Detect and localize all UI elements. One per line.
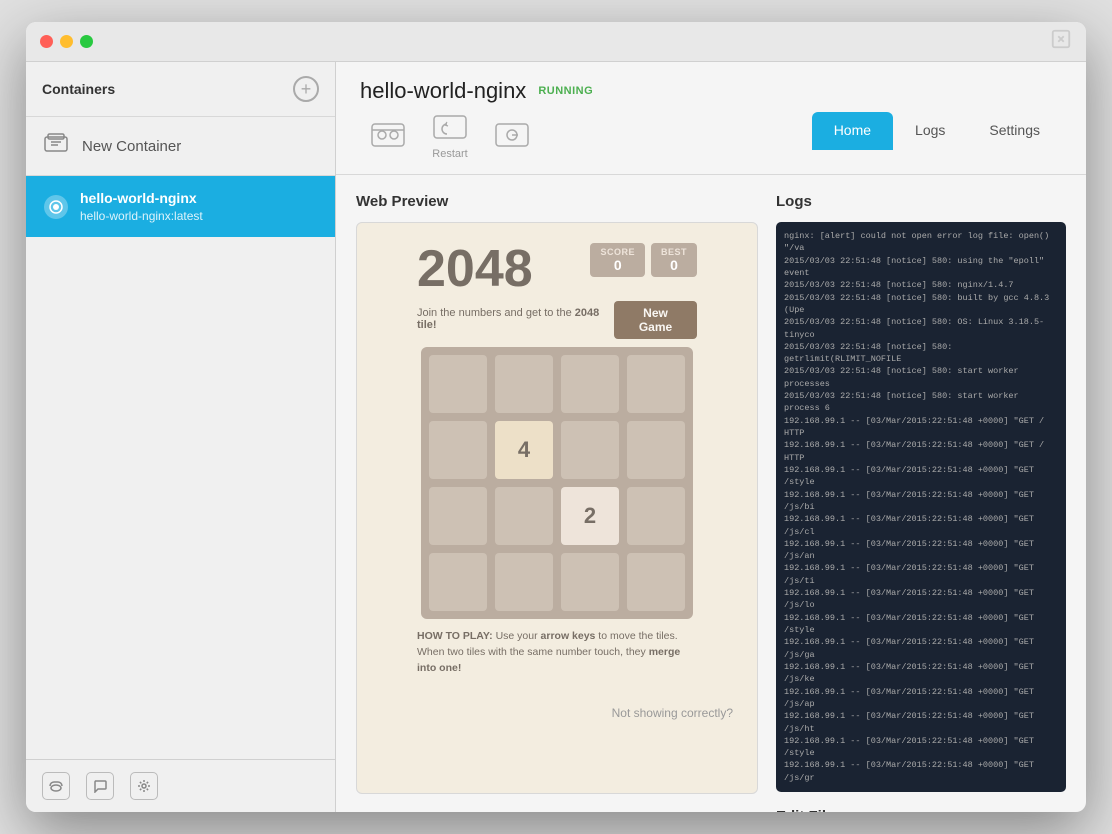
main-header: hello-world-nginx RUNNING xyxy=(336,62,1086,175)
stop-toolbar-btn[interactable] xyxy=(484,118,540,156)
score-boxes: SCORE 0 BEST 0 xyxy=(590,243,697,277)
tile-1-1: 4 xyxy=(495,421,553,479)
tile-2-0 xyxy=(429,487,487,545)
new-container-icon xyxy=(44,133,68,159)
title-row: hello-world-nginx RUNNING xyxy=(360,78,593,104)
view-toolbar-btn[interactable] xyxy=(360,118,416,156)
tile-3-0 xyxy=(429,553,487,611)
logs-content[interactable]: nginx: [alert] could not open error log … xyxy=(776,222,1066,792)
tab-home[interactable]: Home xyxy=(812,112,893,150)
restart-label: Restart xyxy=(432,148,467,160)
tile-1-2 xyxy=(561,421,619,479)
docker-icon[interactable] xyxy=(42,772,70,800)
best-box: BEST 0 xyxy=(651,243,697,277)
new-container-item[interactable]: New Container xyxy=(26,117,335,176)
how-to-play: HOW TO PLAY: Use your arrow keys to move… xyxy=(417,629,697,676)
settings-icon[interactable] xyxy=(130,772,158,800)
content-area: Web Preview 2048 SCORE 0 xyxy=(336,175,1086,812)
tab-bar: Home Logs Settings xyxy=(812,102,1062,150)
game-subtitle: Join the numbers and get to the 2048 til… xyxy=(417,307,614,331)
sidebar-footer xyxy=(26,759,335,812)
preview-panel: Web Preview 2048 SCORE 0 xyxy=(356,193,758,794)
minimize-button[interactable] xyxy=(60,35,73,48)
game-title: 2048 xyxy=(417,243,533,295)
tab-logs[interactable]: Logs xyxy=(893,112,967,150)
sidebar: Containers + New Container xyxy=(26,62,336,812)
best-value: 0 xyxy=(661,257,687,273)
tile-0-0 xyxy=(429,355,487,413)
tile-0-1 xyxy=(495,355,553,413)
score-value: 0 xyxy=(600,257,635,273)
container-list-item[interactable]: hello-world-nginx hello-world-nginx:late… xyxy=(26,176,335,237)
tile-1-3 xyxy=(627,421,685,479)
app-body: Containers + New Container xyxy=(26,62,1086,812)
page-title: hello-world-nginx xyxy=(360,78,526,104)
score-box: SCORE 0 xyxy=(590,243,645,277)
web-preview-frame: 2048 SCORE 0 BEST 0 xyxy=(356,222,758,794)
tile-3-3 xyxy=(627,553,685,611)
container-running-icon xyxy=(44,195,68,219)
sidebar-title: Containers xyxy=(42,81,115,97)
tile-2-2: 2 xyxy=(561,487,619,545)
new-container-label: New Container xyxy=(82,138,181,155)
toolbar: Restart xyxy=(360,110,593,174)
best-label: BEST xyxy=(661,247,687,257)
titlebar xyxy=(26,22,1086,62)
files-title: Edit Files xyxy=(776,808,1066,812)
tile-1-0 xyxy=(429,421,487,479)
tile-3-2 xyxy=(561,553,619,611)
close-button[interactable] xyxy=(40,35,53,48)
right-panels: Logs nginx: [alert] could not open error… xyxy=(776,193,1066,794)
add-container-button[interactable]: + xyxy=(293,76,319,102)
tile-0-2 xyxy=(561,355,619,413)
restart-toolbar-btn[interactable]: Restart xyxy=(422,110,478,164)
chat-icon[interactable] xyxy=(86,772,114,800)
logs-panel: Logs nginx: [alert] could not open error… xyxy=(776,193,1066,792)
game-2048: 2048 SCORE 0 BEST 0 xyxy=(357,223,757,696)
not-showing-text[interactable]: Not showing correctly? xyxy=(356,702,747,724)
game-header: 2048 SCORE 0 BEST 0 xyxy=(417,243,697,295)
tab-settings[interactable]: Settings xyxy=(967,112,1062,150)
container-item-name: hello-world-nginx xyxy=(80,190,203,206)
tile-3-1 xyxy=(495,553,553,611)
new-game-button[interactable]: New Game xyxy=(614,301,697,339)
traffic-lights xyxy=(40,35,93,48)
maximize-button[interactable] xyxy=(80,35,93,48)
main-window: Containers + New Container xyxy=(26,22,1086,812)
main-content: hello-world-nginx RUNNING xyxy=(336,62,1086,812)
logs-title: Logs xyxy=(776,193,1066,210)
container-item-tag: hello-world-nginx:latest xyxy=(80,209,203,223)
game-board: 4 2 xyxy=(421,347,693,619)
preview-title: Web Preview xyxy=(356,193,758,210)
kitematic-icon xyxy=(1050,28,1072,55)
tile-2-3 xyxy=(627,487,685,545)
status-badge: RUNNING xyxy=(538,85,593,97)
sidebar-header: Containers + xyxy=(26,62,335,117)
container-item-info: hello-world-nginx hello-world-nginx:late… xyxy=(80,190,203,223)
score-label: SCORE xyxy=(600,247,635,257)
tile-2-1 xyxy=(495,487,553,545)
tile-0-3 xyxy=(627,355,685,413)
files-panel: Edit Files website_files Change Folders xyxy=(776,808,1066,812)
